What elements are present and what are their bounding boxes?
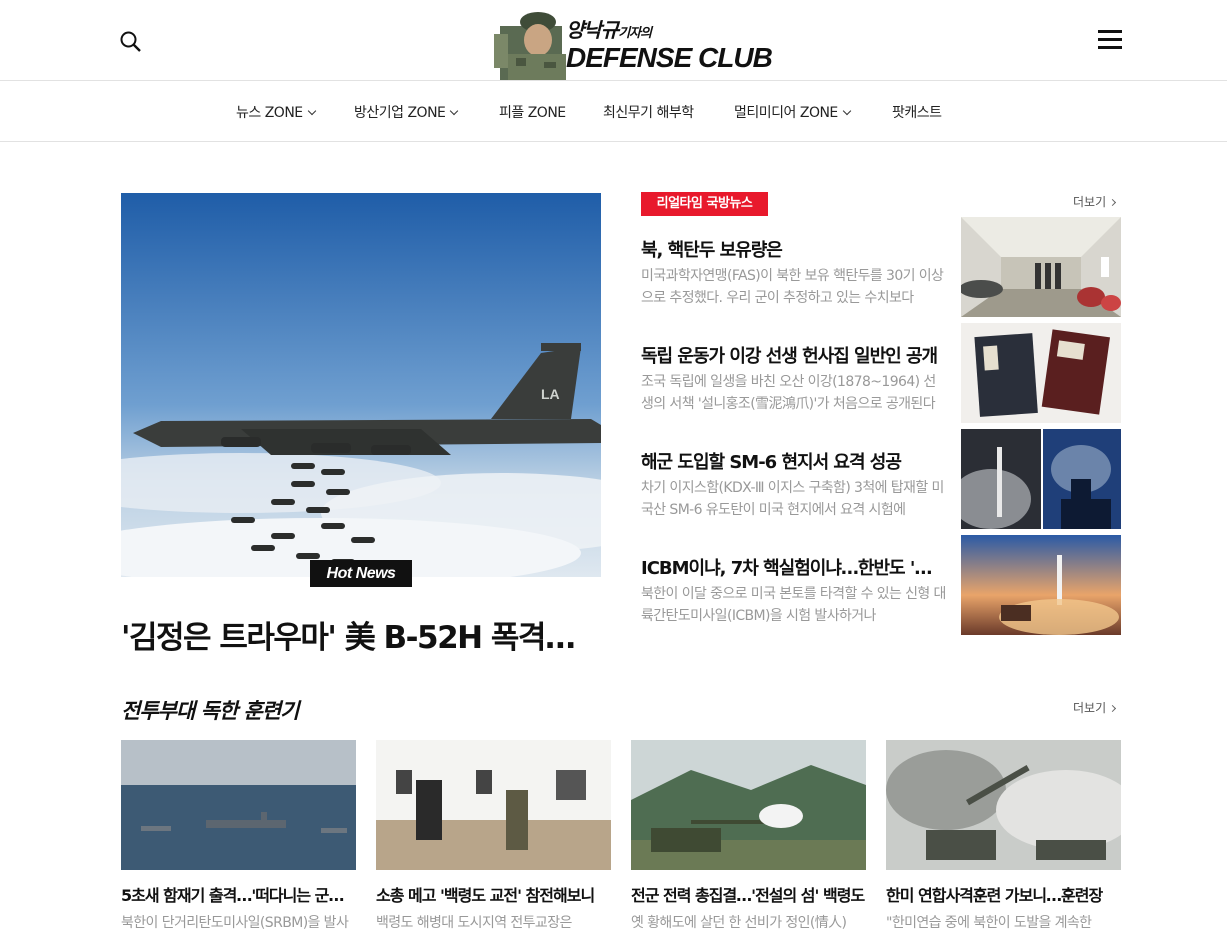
card-title: 5초새 함재기 출격…'떠다니는 군사기지' xyxy=(121,886,356,905)
section-title: 전투부대 독한 훈련기 xyxy=(121,699,300,723)
news-title: 독립 운동가 이강 선생 헌사집 일반인 공개 xyxy=(641,346,938,367)
training-card[interactable]: 5초새 함재기 출격…'떠다니는 군사기지' 북한이 단거리탄도미사일(SRBM… xyxy=(121,740,356,931)
logo-reporter-name: 양낙규기자의 xyxy=(566,18,652,42)
news-title: 북, 핵탄두 보유량은 xyxy=(641,240,783,261)
news-thumbnail xyxy=(961,429,1121,529)
card-title: 소총 메고 '백령도 교전' 참전해보니 xyxy=(376,886,595,905)
news-summary: 조국 독립에 일생을 바친 오산 이강(1878~1964) 선생의 서책 '설… xyxy=(641,374,936,412)
news-thumbnail xyxy=(961,323,1121,423)
chevron-down-icon xyxy=(450,106,459,116)
news-thumbnail xyxy=(961,535,1121,635)
hero-headline[interactable]: '김정은 트라우마' 美 B-52H 폭격기 한반도 전개 xyxy=(121,612,601,657)
nav-item-podcast[interactable]: 팟캐스트 xyxy=(892,102,942,122)
card-summary: 옛 황해도에 살던 한 선비가 정인(情人) xyxy=(631,915,847,931)
hero-image[interactable]: LA xyxy=(121,193,601,577)
card-summary: 북한이 단거리탄도미사일(SRBM)을 발사 xyxy=(121,915,349,931)
training-more-link[interactable]: 더보기 xyxy=(1073,699,1117,716)
card-thumbnail xyxy=(121,740,356,870)
news-summary: 차기 이지스함(KDX-Ⅲ 이지스 구축함) 3척에 탑재할 미국산 SM-6 … xyxy=(641,480,944,518)
realtime-news-item[interactable]: 해군 도입할 SM-6 현지서 요격 성공 차기 이지스함(KDX-Ⅲ 이지스 … xyxy=(641,429,1121,529)
card-thumbnail xyxy=(631,740,866,870)
nav-item-defense-company-zone[interactable]: 방산기업 ZONE xyxy=(354,102,459,122)
realtime-more-link[interactable]: 더보기 xyxy=(1073,193,1117,210)
logo-title: DEFENSE CLUB xyxy=(566,42,773,73)
news-title: ICBM이냐, 7차 핵실험이냐…한반도 '긴장' xyxy=(641,558,941,579)
card-summary: 백령도 해병대 도시지역 전투교장은 xyxy=(376,915,572,931)
nav-item-news-zone[interactable]: 뉴스 ZONE xyxy=(236,102,316,122)
nav-item-people-zone[interactable]: 피플 ZONE xyxy=(499,102,566,122)
training-card[interactable]: 소총 메고 '백령도 교전' 참전해보니 백령도 해병대 도시지역 전투교장은 xyxy=(376,740,611,931)
card-thumbnail xyxy=(376,740,611,870)
realtime-news-item[interactable]: 독립 운동가 이강 선생 헌사집 일반인 공개 조국 독립에 일생을 바친 오산… xyxy=(641,323,1121,423)
nav-item-multimedia-zone[interactable]: 멀티미디어 ZONE xyxy=(734,102,852,122)
reporter-photo xyxy=(494,10,572,80)
news-title: 해군 도입할 SM-6 현지서 요격 성공 xyxy=(641,452,902,473)
training-card[interactable]: 전군 전력 총집결…'전설의 섬' 백령도 옛 황해도에 살던 한 선비가 정인… xyxy=(631,740,866,931)
site-logo[interactable]: 양낙규기자의 DEFENSE CLUB xyxy=(494,8,773,80)
news-thumbnail xyxy=(961,217,1121,317)
card-summary: "한미연습 중에 북한이 도발을 계속한 xyxy=(886,915,1092,931)
hot-news-badge: Hot News xyxy=(310,560,412,587)
chevron-down-icon xyxy=(307,106,316,116)
card-title: 전군 전력 총집결…'전설의 섬' 백령도 xyxy=(631,886,865,905)
card-title: 한미 연합사격훈련 가보니…훈련장 xyxy=(886,886,1103,905)
chevron-right-icon xyxy=(1109,198,1117,207)
nav-item-weapons-anatomy[interactable]: 최신무기 해부학 xyxy=(603,102,694,122)
card-thumbnail xyxy=(886,740,1121,870)
news-summary: 북한이 이달 중으로 미국 본토를 타격할 수 있는 신형 대륙간탄도미사일(I… xyxy=(641,586,946,624)
svg-text:LA: LA xyxy=(541,386,560,402)
training-card[interactable]: 한미 연합사격훈련 가보니…훈련장 "한미연습 중에 북한이 도발을 계속한 xyxy=(886,740,1121,931)
main-nav: 뉴스 ZONE 방산기업 ZONE 피플 ZONE 최신무기 해부학 멀티미디어… xyxy=(0,81,1227,142)
realtime-news-item[interactable]: ICBM이냐, 7차 핵실험이냐…한반도 '긴장' 북한이 이달 중으로 미국 … xyxy=(641,535,1121,635)
realtime-news-badge: 리얼타임 국방뉴스 xyxy=(641,192,768,216)
site-header: 양낙규기자의 DEFENSE CLUB xyxy=(0,0,1227,81)
hamburger-menu-icon[interactable] xyxy=(1098,30,1122,52)
chevron-down-icon xyxy=(842,106,852,116)
search-icon[interactable] xyxy=(119,30,143,54)
realtime-news-item[interactable]: 북, 핵탄두 보유량은 미국과학자연맹(FAS)이 북한 보유 핵탄두를 30기… xyxy=(641,217,1121,317)
news-summary: 미국과학자연맹(FAS)이 북한 보유 핵탄두를 30기 이상으로 추정했다. … xyxy=(641,268,944,306)
chevron-right-icon xyxy=(1109,704,1117,713)
